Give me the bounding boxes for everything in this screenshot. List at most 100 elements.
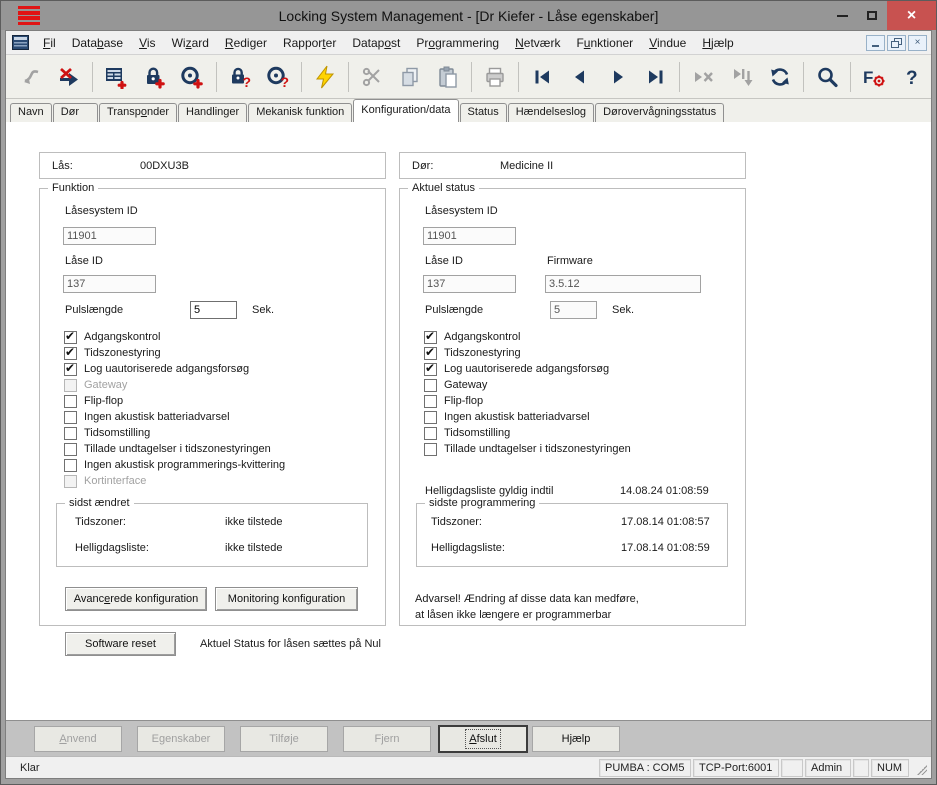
mdi-minimize-button[interactable] — [866, 35, 885, 51]
pulse-length-label: Pulslængde — [65, 304, 123, 316]
hjaelp-button[interactable]: Hjælp — [532, 726, 620, 752]
status-tcp-port: TCP-Port:6001 — [693, 759, 779, 777]
menu-item-database[interactable]: Database — [64, 33, 131, 53]
checkbox-flip-flop[interactable]: Flip-flop — [64, 393, 123, 409]
checkbox-kortinterface[interactable]: Kortinterface — [64, 473, 146, 489]
checkbox-tillade-undtagelser[interactable]: Tillade undtagelser i tidszonestyringen — [64, 441, 271, 457]
add-table-icon[interactable] — [97, 58, 135, 96]
menu-item-programmering[interactable]: Programmering — [408, 33, 507, 53]
tab-dor[interactable]: Dør — [53, 103, 98, 122]
anvend-button[interactable]: Anvend — [34, 726, 122, 752]
status-checkbox-tidsomstilling[interactable]: Tidsomstilling — [424, 425, 510, 441]
program-flash-icon[interactable] — [306, 58, 344, 96]
menu-item-netvaerk[interactable]: Netværk — [507, 33, 568, 53]
window-close-button[interactable]: × — [887, 1, 936, 30]
checkbox-icon — [424, 363, 437, 376]
holiday-valid-until-value: 14.08.24 01:08:59 — [620, 485, 709, 497]
checkbox-icon — [64, 443, 77, 456]
menu-item-vis[interactable]: Vis — [131, 33, 163, 53]
tab-handlinger[interactable]: Handlinger — [178, 103, 247, 122]
first-record-icon[interactable] — [523, 58, 561, 96]
pulse-unit-label: Sek. — [252, 304, 274, 316]
query-transponder-icon[interactable]: ? — [259, 58, 297, 96]
cut-icon[interactable] — [353, 58, 391, 96]
toolbar: ? ? — [6, 55, 931, 99]
egenskaber-button[interactable]: Egenskaber — [137, 726, 225, 752]
refresh-icon[interactable] — [761, 58, 799, 96]
maximize-icon — [867, 11, 877, 20]
monitoring-configuration-button[interactable]: Monitoring konfiguration — [215, 587, 358, 611]
checkbox-ingen-programmerings-kvittering[interactable]: Ingen akustisk programmerings-kvittering — [64, 457, 285, 473]
window-minimize-button[interactable] — [827, 1, 857, 30]
tab-dorovervagningsstatus[interactable]: Dørovervågningsstatus — [595, 103, 724, 122]
tab-mekanisk-funktion[interactable]: Mekanisk funktion — [248, 103, 352, 122]
checkbox-icon — [424, 395, 437, 408]
tab-navn[interactable]: Navn — [10, 103, 52, 122]
query-lock-icon[interactable]: ? — [220, 58, 258, 96]
search-icon[interactable] — [808, 58, 846, 96]
status-checkbox-tillade-undtagelser[interactable]: Tillade undtagelser i tidszonestyringen — [424, 441, 631, 457]
fjern-button[interactable]: Fjern — [343, 726, 431, 752]
checkbox-gateway[interactable]: Gateway — [64, 377, 127, 393]
window-maximize-button[interactable] — [857, 1, 887, 30]
goto-end-icon[interactable] — [723, 58, 761, 96]
checkbox-adgangskontrol[interactable]: Adgangskontrol — [64, 329, 160, 345]
timezones-label: Tidszoner: — [75, 516, 126, 528]
help-icon[interactable]: ? — [893, 58, 931, 96]
paste-icon[interactable] — [429, 58, 467, 96]
menu-item-wizard[interactable]: Wizard — [164, 33, 217, 53]
pulse-length-input[interactable] — [190, 301, 237, 319]
resize-grip[interactable] — [911, 759, 929, 777]
status-checkbox-gateway[interactable]: Gateway — [424, 377, 487, 393]
mdi-document-icon — [12, 35, 29, 50]
mdi-close-button[interactable]: × — [908, 35, 927, 51]
lock-id-label: Låse ID — [65, 255, 103, 267]
menu-item-hjaelp[interactable]: Hjælp — [694, 33, 741, 53]
tab-strip: Navn Dør Transponder Handlinger Mekanisk… — [6, 99, 931, 122]
checkbox-tidsomstilling[interactable]: Tidsomstilling — [64, 425, 150, 441]
status-num-lock: NUM — [871, 759, 909, 777]
prev-record-icon[interactable] — [561, 58, 599, 96]
menu-item-rapporter[interactable]: Rapporter — [275, 33, 344, 53]
svg-text:?: ? — [242, 74, 251, 89]
checkbox-icon — [424, 379, 437, 392]
jump-icon[interactable] — [12, 58, 50, 96]
menu-item-rediger[interactable]: Rediger — [217, 33, 275, 53]
next-record-icon[interactable] — [599, 58, 637, 96]
status-checkbox-ingen-batteriadvarsel[interactable]: Ingen akustisk batteriadvarsel — [424, 409, 590, 425]
tab-haendelseslog[interactable]: Hændelseslog — [508, 103, 594, 122]
software-reset-button[interactable]: Software reset — [65, 632, 176, 656]
add-lock-icon[interactable] — [135, 58, 173, 96]
last-record-icon[interactable] — [637, 58, 675, 96]
afslut-button[interactable]: Afslut — [439, 726, 527, 752]
add-transponder-icon[interactable] — [173, 58, 211, 96]
holiday-list-label: Helligdagsliste: — [75, 542, 149, 554]
copy-icon[interactable] — [391, 58, 429, 96]
status-checkbox-flip-flop[interactable]: Flip-flop — [424, 393, 483, 409]
tab-status[interactable]: Status — [460, 103, 507, 122]
print-icon[interactable] — [476, 58, 514, 96]
funktion-group: Funktion Låsesystem ID 11901 Låse ID 137… — [39, 188, 386, 626]
checkbox-ingen-batteriadvarsel[interactable]: Ingen akustisk batteriadvarsel — [64, 409, 230, 425]
tab-konfiguration-data[interactable]: Konfiguration/data — [353, 99, 458, 122]
menu-item-vindue[interactable]: Vindue — [641, 33, 694, 53]
app-logo-icon — [18, 6, 40, 25]
mdi-restore-button[interactable] — [887, 35, 906, 51]
status-checkbox-tidszonestyring[interactable]: Tidszonestyring — [424, 345, 521, 361]
status-checkbox-adgangskontrol[interactable]: Adgangskontrol — [424, 329, 520, 345]
menu-item-datapost[interactable]: Datapost — [344, 33, 408, 53]
mdi-restore-icon — [891, 38, 902, 48]
checkbox-log-uautoriserede[interactable]: Log uautoriserede adgangsforsøg — [64, 361, 249, 377]
aktuel-status-group: Aktuel status Låsesystem ID 11901 Låse I… — [399, 188, 746, 626]
advanced-configuration-button[interactable]: Avancerede konfiguration — [65, 587, 207, 611]
status-checkbox-log-uautoriserede[interactable]: Log uautoriserede adgangsforsøg — [424, 361, 609, 377]
functions-gear-icon[interactable]: F — [855, 58, 893, 96]
tilfoje-button[interactable]: Tilføje — [240, 726, 328, 752]
menu-item-fil[interactable]: Fil — [35, 33, 64, 53]
config-data-page: Lås: 00DXU3B Dør: Medicine II Funktion L… — [6, 121, 931, 720]
cancel-record-icon[interactable] — [684, 58, 722, 96]
tab-transponder[interactable]: Transponder — [99, 103, 177, 122]
delete-arrow-icon[interactable] — [50, 58, 88, 96]
menu-item-funktioner[interactable]: Funktioner — [568, 33, 641, 53]
checkbox-tidszonestyring[interactable]: Tidszonestyring — [64, 345, 161, 361]
